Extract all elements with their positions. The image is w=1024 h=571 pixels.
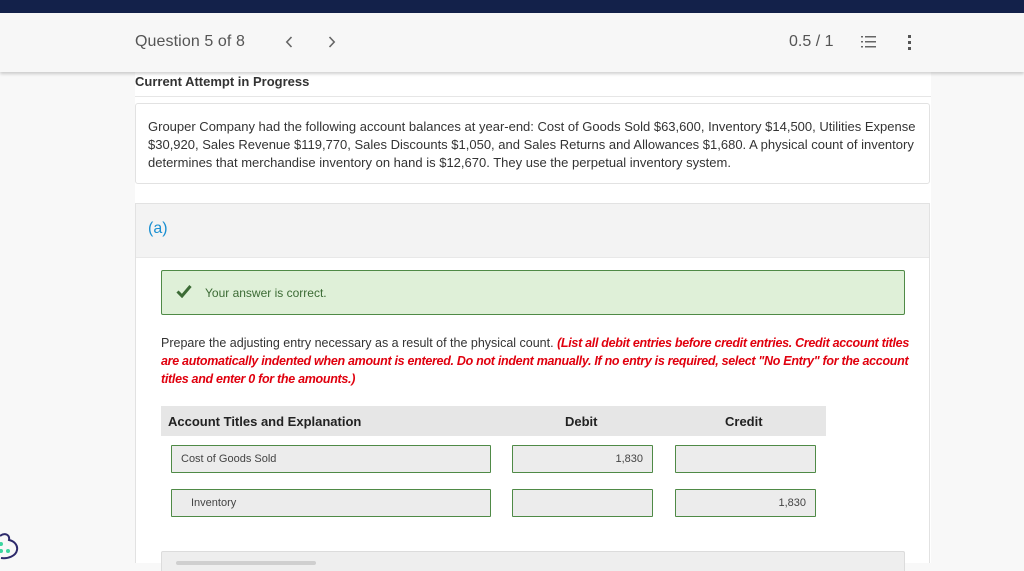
credit-field-row-1[interactable] (675, 445, 816, 473)
question-counter: Question 5 of 8 (135, 33, 246, 50)
attempt-status: Current Attempt in Progress (135, 73, 931, 97)
part-label: (a) (148, 220, 168, 237)
chat-helper-icon (0, 533, 19, 560)
question-header: Question 5 of 8 0.5 / 1 (0, 13, 1024, 72)
debit-field-row-2[interactable] (512, 489, 653, 517)
chevron-right-icon (328, 36, 336, 48)
account-field-row-1[interactable]: Cost of Goods Sold (171, 445, 491, 473)
more-vertical-icon (908, 35, 911, 50)
header-credit: Credit (725, 414, 763, 429)
credit-field-row-2[interactable]: 1,830 (675, 489, 816, 517)
question-part-a: (a) Your answer is correct. Prepare the … (135, 203, 930, 571)
problem-statement: Grouper Company had the following accoun… (135, 103, 930, 184)
numbered-list-icon (861, 36, 876, 48)
account-field-row-2[interactable]: Inventory (171, 489, 491, 517)
top-bar (0, 0, 1024, 13)
correct-answer-alert: Your answer is correct. (161, 270, 905, 315)
chevron-left-icon (285, 36, 293, 48)
checkmark-icon (176, 285, 192, 298)
debit-field-row-1[interactable]: 1,830 (512, 445, 653, 473)
previous-question-button[interactable] (279, 31, 299, 53)
journal-table-header: Account Titles and Explanation Debit Cre… (161, 406, 826, 436)
score-display: 0.5 / 1 (789, 33, 834, 50)
chat-helper-button[interactable] (0, 528, 26, 563)
instruction-text: Prepare the adjusting entry necessary as… (161, 336, 554, 350)
header-debit: Debit (565, 414, 598, 429)
instructions: Prepare the adjusting entry necessary as… (161, 334, 911, 388)
question-list-button[interactable] (860, 33, 880, 51)
next-section-panel (161, 551, 905, 571)
question-content: Current Attempt in Progress Grouper Comp… (135, 72, 931, 571)
next-section-title-placeholder (176, 561, 316, 565)
header-account-titles: Account Titles and Explanation (168, 414, 362, 429)
more-options-button[interactable] (902, 33, 916, 51)
part-header: (a) (136, 204, 929, 258)
next-question-button[interactable] (322, 31, 342, 53)
feedback-text: Your answer is correct. (205, 286, 327, 300)
